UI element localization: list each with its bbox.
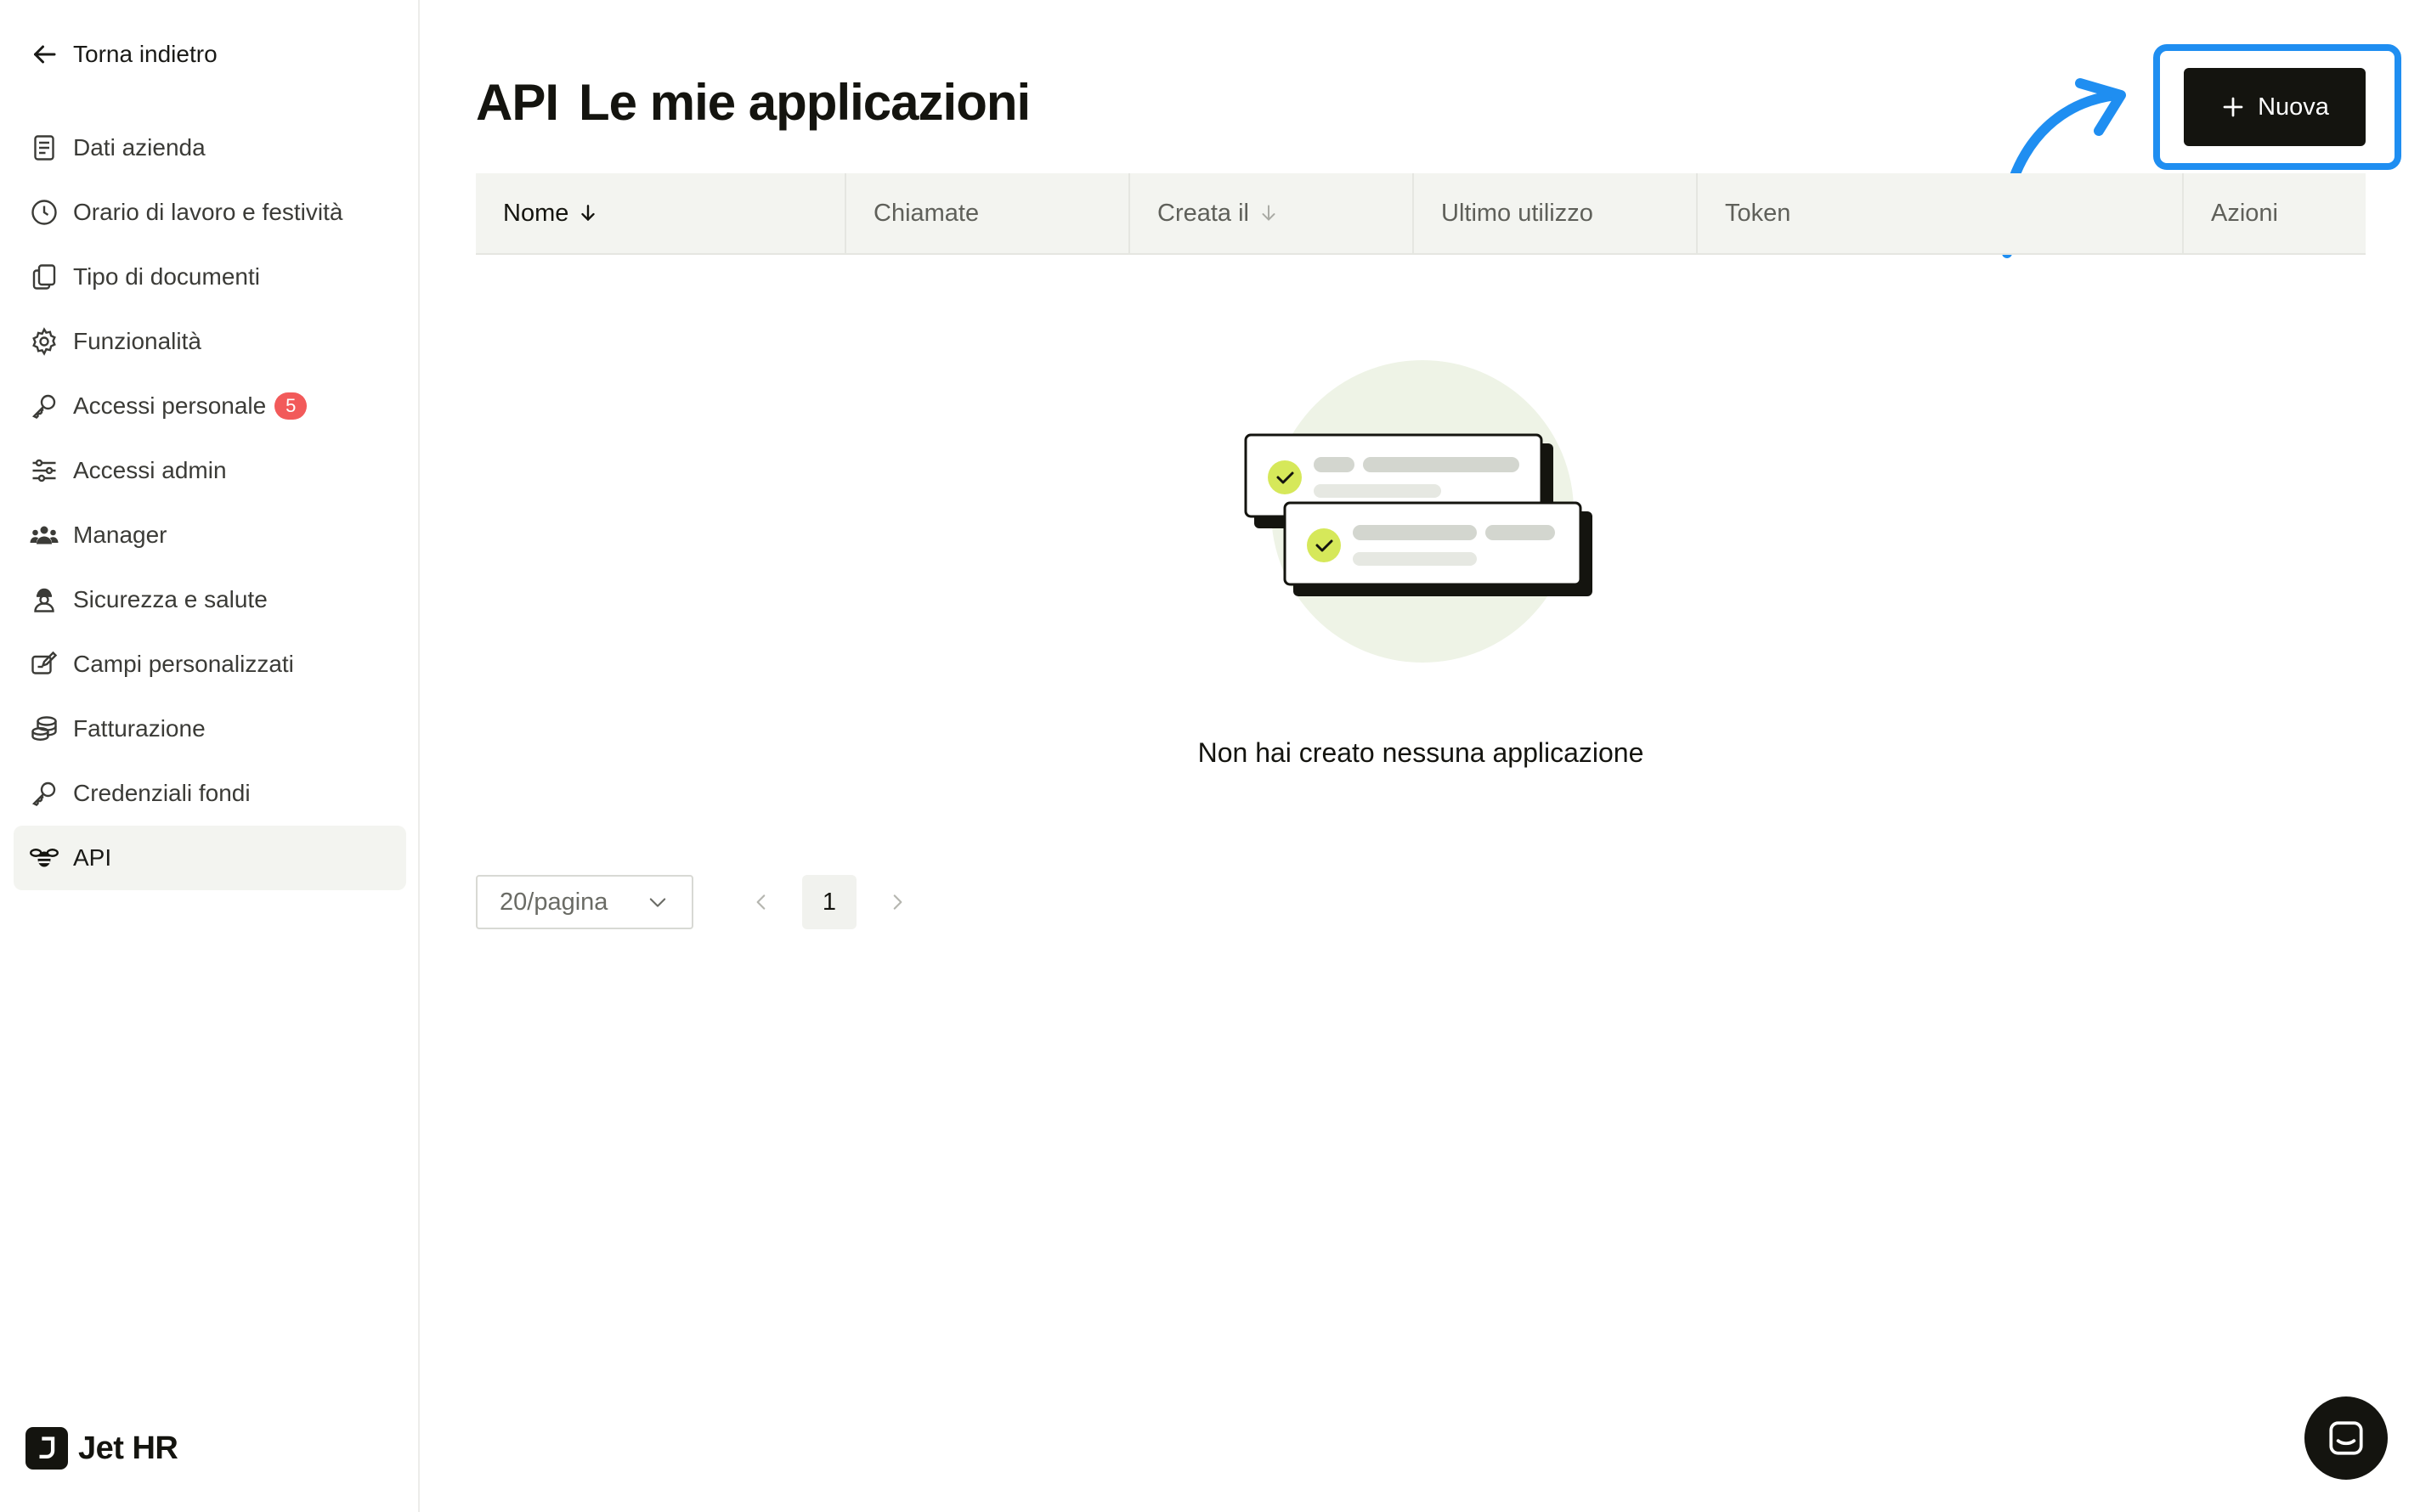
page-title-rest: Le mie applicazioni [579,74,1031,131]
sidebar-item-label: Tipo di documenti [73,263,260,290]
gear-icon [27,324,61,358]
column-header-chiamate[interactable]: Chiamate [846,173,1130,253]
chevron-down-icon [649,898,666,907]
page-size-select[interactable]: 20/pagina [476,875,693,929]
previous-page-button[interactable] [741,878,782,926]
plus-icon [2223,97,2243,117]
new-button-label: Nuova [2258,93,2329,121]
clock-icon [27,195,61,229]
new-application-button[interactable]: Nuova [2184,68,2366,146]
jethr-logo-mark [25,1427,68,1470]
bee-icon [27,841,61,875]
sidebar-item-label: Campi personalizzati [73,651,294,677]
settings-sidebar: Torna indietro Dati azienda Orario di la… [0,0,420,1512]
column-header-ultimo-utilizzo[interactable]: Ultimo utilizzo [1414,173,1698,253]
jethr-logo[interactable]: Jet HR [25,1427,178,1470]
copy-icon [27,260,61,294]
sidebar-item-label: Credenziali fondi [73,780,251,806]
chat-icon [2329,1421,2363,1455]
next-page-button[interactable] [877,878,918,926]
chevron-right-icon [893,894,902,910]
column-label: Chiamate [874,199,980,227]
sidebar-item-label: Funzionalità [73,328,201,354]
empty-state-message: Non hai creato nessuna applicazione [1197,737,1644,768]
worker-icon [27,583,61,617]
back-link-label: Torna indietro [73,41,218,67]
sidebar-item-accessi-admin[interactable]: Accessi admin [14,438,406,503]
edit-card-icon [27,647,61,681]
sidebar-item-label: Fatturazione [73,715,206,742]
sidebar-item-label: API [73,844,112,871]
key-icon [27,389,61,423]
sidebar-item-label: Manager [73,522,167,548]
column-label: Azioni [2211,199,2278,227]
sidebar-item-api[interactable]: API [14,826,406,890]
column-label: Creata il [1157,199,1249,227]
sidebar-item-credenziali-fondi[interactable]: Credenziali fondi [14,761,406,826]
document-icon [27,131,61,165]
table-header: Nome Chiamate Creata il Ultimo utilizzo … [476,173,2366,255]
column-header-creata-il[interactable]: Creata il [1130,173,1414,253]
sidebar-item-label: Orario di lavoro e festività [73,199,343,225]
sidebar-item-tipo-documenti[interactable]: Tipo di documenti [14,245,406,309]
page-number-current[interactable]: 1 [802,875,857,929]
sidebar-item-accessi-personale[interactable]: Accessi personale 5 [14,374,406,438]
sidebar-item-sicurezza[interactable]: Sicurezza e salute [14,567,406,632]
sidebar-item-orario[interactable]: Orario di lavoro e festività [14,180,406,245]
sidebar-item-fatturazione[interactable]: Fatturazione [14,697,406,761]
page-title: API Le mie applicazioni [476,73,1031,132]
sidebar-item-manager[interactable]: Manager [14,503,406,567]
logo-text: Jet HR [78,1430,178,1466]
sliders-icon [27,454,61,488]
sidebar-item-label: Accessi admin [73,457,227,483]
page-size-value: 20/pagina [500,888,608,916]
chevron-left-icon [756,894,766,910]
sidebar-item-dati-azienda[interactable]: Dati azienda [14,116,406,180]
back-link[interactable]: Torna indietro [29,39,218,70]
sidebar-item-funzionalita[interactable]: Funzionalità [14,309,406,374]
coins-icon [27,712,61,746]
column-label: Token [1725,199,1791,227]
people-icon [27,518,61,552]
column-header-nome[interactable]: Nome [476,173,846,253]
chat-support-button[interactable] [2304,1396,2388,1480]
column-header-token[interactable]: Token [1698,173,2184,253]
sort-down-icon [581,205,596,221]
column-header-azioni: Azioni [2184,173,2366,253]
arrow-left-icon [34,45,56,64]
sort-down-icon [1262,205,1275,221]
sidebar-item-label: Dati azienda [73,134,206,161]
key-icon [27,776,61,810]
column-label: Nome [503,199,569,227]
sidebar-item-campi-personalizzati[interactable]: Campi personalizzati [14,632,406,697]
empty-state-illustration [1244,360,1592,663]
settings-nav: Dati azienda Orario di lavoro e festivit… [14,116,406,890]
sidebar-item-label: Sicurezza e salute [73,586,268,612]
column-label: Ultimo utilizzo [1441,199,1593,227]
sidebar-item-label: Accessi personale [73,392,267,419]
page-title-strong: API [476,74,559,131]
notification-badge: 5 [274,392,308,420]
